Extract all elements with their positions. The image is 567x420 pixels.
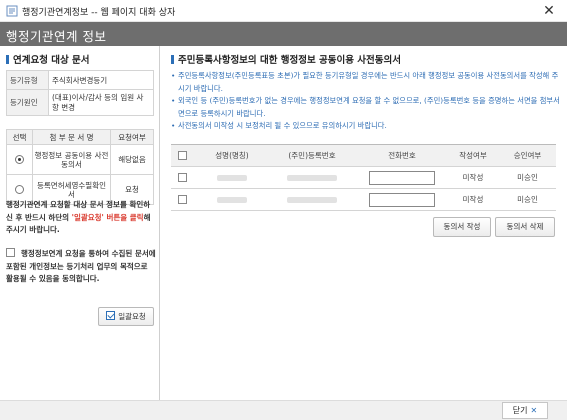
app-document-icon [6, 5, 18, 17]
phone-input[interactable] [369, 192, 435, 207]
window-close-icon[interactable]: ✕ [539, 1, 559, 21]
col-header-select-all [171, 144, 197, 167]
registration-type-value: 주식회사변경등기 [48, 70, 154, 90]
row-select-cell [171, 166, 197, 189]
row-select-cell [171, 188, 197, 211]
registration-info-table: 등기유형 주식회사변경등기 등기원인 (대표)이사/감사 등의 임원 사항 변경 [6, 70, 154, 116]
close-icon: ✕ [530, 406, 538, 415]
write-consent-button[interactable]: 동의서 작성 [433, 217, 491, 237]
col-header-written: 작성여부 [447, 144, 499, 167]
table-header-row: 성명(명칭) (주민)등록번호 전화번호 작성여부 승인여부 [171, 144, 556, 167]
table-row: 등기유형 주식회사변경등기 [6, 70, 154, 90]
dialog-footer: 닫기 ✕ [0, 400, 567, 420]
checkmark-icon [106, 311, 116, 320]
registration-cause-label: 등기원인 [6, 89, 49, 116]
phone-input[interactable] [369, 170, 435, 185]
request-status: 해당없음 [110, 144, 154, 175]
approved-status: 미승인 [499, 188, 556, 211]
window-title: 행정기관연계정보 -- 웹 페이지 대화 상자 [22, 8, 176, 18]
table-row: 등기원인 (대표)이사/감사 등의 임원 사항 변경 [6, 89, 154, 116]
list-item: 사전동의서 미작성 시 보정처리 될 수 있으므로 유의하시기 바랍니다. [171, 120, 563, 133]
col-header-select: 선택 [6, 129, 33, 145]
window-titlebar: 행정기관연계정보 -- 웹 페이지 대화 상자 ✕ [0, 0, 567, 22]
select-cell [6, 144, 33, 175]
privacy-consent-text: 행정정보연계 요청을 통하여 수집된 문서에 포함된 개인정보는 등기처리 업무… [6, 249, 156, 283]
registration-type-label: 등기유형 [6, 70, 49, 90]
masked-value [287, 197, 337, 203]
table-header-row: 선택 첨 부 문 서 명 요청여부 [6, 129, 154, 145]
page-title: 행정기관연계 정보 [6, 29, 107, 44]
col-header-approved: 승인여부 [499, 144, 556, 167]
person-name-masked [197, 188, 267, 211]
person-name-masked [197, 166, 267, 189]
section-marker-icon [6, 55, 9, 64]
col-header-doc-name: 첨 부 문 서 명 [32, 129, 111, 145]
left-section-title: 연계요청 대상 문서 [6, 52, 90, 66]
privacy-consent-checkbox[interactable] [6, 248, 15, 257]
phone-cell [357, 188, 447, 211]
row-select-checkbox[interactable] [178, 194, 187, 204]
col-header-name: 성명(명칭) [197, 144, 267, 167]
reg-number-masked [267, 166, 357, 189]
masked-value [217, 175, 247, 181]
reg-number-masked [267, 188, 357, 211]
table-row: 미작성 미승인 [171, 188, 556, 211]
consent-form-table: 성명(명칭) (주민)등록번호 전화번호 작성여부 승인여부 미작성 미승인 미… [171, 144, 556, 211]
consent-guidance-list: 주민등록사항정보(주민등록표등 초본)가 필요한 등기유형일 경우에는 반드시 … [171, 70, 563, 133]
col-header-request-status: 요청여부 [110, 129, 154, 145]
privacy-consent: 행정정보연계 요청을 통하여 수집된 문서에 포함된 개인정보는 등기처리 업무… [6, 248, 156, 286]
list-item: 주민등록사항정보(주민등록표등 초본)가 필요한 등기유형일 경우에는 반드시 … [171, 70, 563, 95]
row-select-checkbox[interactable] [178, 172, 187, 182]
col-header-phone: 전화번호 [357, 144, 447, 167]
table-row[interactable]: 행정정보 공동이용 사전동의서 해당없음 [6, 144, 154, 175]
doc-select-radio[interactable] [15, 185, 24, 195]
bulk-request-button[interactable]: 일괄요청 [98, 307, 154, 326]
doc-name: 행정정보 공동이용 사전동의서 [32, 144, 111, 175]
close-button[interactable]: 닫기 ✕ [502, 402, 548, 419]
right-section-title: 주민등록사항정보의 대한 행정정보 공동이용 사전동의서 [171, 52, 401, 66]
doc-select-radio[interactable] [15, 155, 24, 165]
section-marker-icon [171, 55, 174, 64]
written-status: 미작성 [447, 166, 499, 189]
masked-value [217, 197, 247, 203]
phone-cell [357, 166, 447, 189]
written-status: 미작성 [447, 188, 499, 211]
right-panel: 주민등록사항정보의 대한 행정정보 공동이용 사전동의서 주민등록사항정보(주민… [161, 46, 567, 400]
attachment-doc-table: 선택 첨 부 문 서 명 요청여부 행정정보 공동이용 사전동의서 해당없음 등… [6, 129, 154, 205]
left-panel: 연계요청 대상 문서 등기유형 주식회사변경등기 등기원인 (대표)이사/감사 … [0, 46, 160, 400]
approved-status: 미승인 [499, 166, 556, 189]
registration-cause-value: (대표)이사/감사 등의 임원 사항 변경 [48, 89, 154, 116]
masked-value [287, 175, 337, 181]
page-header: 행정기관연계 정보 [0, 22, 567, 46]
notice-highlight: '일괄요청' 버튼을 클릭 [71, 212, 144, 222]
delete-consent-button[interactable]: 동의서 삭제 [495, 217, 555, 237]
table-row: 미작성 미승인 [171, 166, 556, 189]
request-notice: 행정기관연계 요청할 대상 문서 정보를 확인하신 후 반드시 하단의 '일괄요… [6, 200, 151, 234]
col-header-reg-number: (주민)등록번호 [267, 144, 357, 167]
list-item: 외국인 등 (주민)등록번호가 없는 경우에는 행정정보연계 요청을 할 수 없… [171, 95, 563, 120]
select-all-checkbox[interactable] [178, 150, 187, 160]
